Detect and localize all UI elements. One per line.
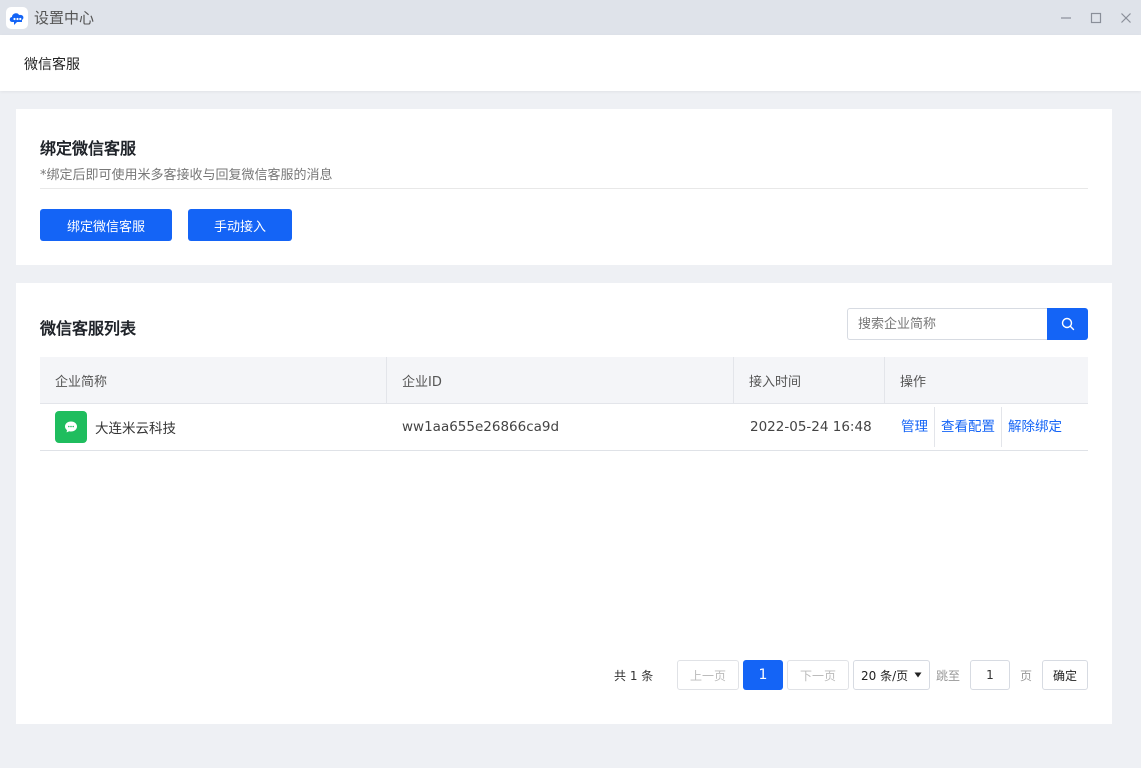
service-list-section: 微信客服列表 企业简称 企业ID 接入时间 操作 — [16, 283, 1112, 724]
corp-name: 大连米云科技 — [95, 421, 176, 437]
window-controls — [1051, 0, 1141, 35]
page-size-select[interactable]: 20 条/页 — [853, 660, 930, 690]
connect-time: 2022-05-24 16:48 — [750, 419, 872, 435]
jump-label: 跳至 — [936, 668, 961, 683]
actions-cell: 管理 查看配置 解除绑定 — [885, 404, 1088, 450]
app-logo-icon — [6, 6, 28, 29]
caret-down-icon — [914, 672, 922, 678]
bind-section-title: 绑定微信客服 — [40, 139, 137, 158]
search-button[interactable] — [1047, 308, 1088, 340]
search-input[interactable] — [847, 308, 1047, 340]
column-header: 企业ID — [387, 357, 734, 404]
divider — [40, 188, 1088, 189]
table-row: 大连米云科技 ww1aa655e26866ca9d 2022-05-24 16:… — [40, 404, 1088, 451]
corp-id: ww1aa655e26866ca9d — [402, 419, 560, 435]
window-title: 设置中心 — [34, 9, 95, 27]
view-config-link[interactable]: 查看配置 — [935, 407, 1002, 447]
tab-wechat-service[interactable]: 微信客服 — [24, 54, 80, 74]
close-icon[interactable] — [1111, 0, 1141, 35]
maximize-icon[interactable] — [1081, 0, 1111, 35]
manage-link[interactable]: 管理 — [896, 407, 935, 447]
column-header: 企业简称 — [40, 357, 387, 404]
total-count: 共 1 条 — [614, 668, 654, 683]
table-header: 企业简称 企业ID 接入时间 操作 — [40, 357, 1088, 404]
minimize-icon[interactable] — [1051, 0, 1081, 35]
column-header: 接入时间 — [734, 357, 885, 404]
search-icon — [1061, 317, 1074, 331]
bind-description: *绑定后即可使用米多客接收与回复微信客服的消息 — [40, 168, 333, 183]
unbind-link[interactable]: 解除绑定 — [1002, 407, 1068, 447]
column-header: 操作 — [900, 375, 927, 390]
search-box — [847, 308, 1088, 340]
bind-section: 绑定微信客服 *绑定后即可使用米多客接收与回复微信客服的消息 绑定微信客服 手动… — [16, 109, 1112, 265]
page-size-value: 20 条/页 — [861, 668, 909, 683]
jump-page-input[interactable]: 1 — [970, 660, 1010, 690]
current-page-button[interactable]: 1 — [743, 660, 783, 690]
service-table: 企业简称 企业ID 接入时间 操作 大连米云科技 ww1aa655e26866c… — [40, 357, 1088, 451]
pagination: 共 1 条 上一页 1 下一页 20 条/页 跳至 1 页 确定 — [16, 660, 1112, 690]
title-bar: 设置中心 — [0, 0, 1141, 35]
manual-connect-button[interactable]: 手动接入 — [188, 209, 292, 241]
next-page-button[interactable]: 下一页 — [787, 660, 849, 690]
confirm-jump-button[interactable]: 确定 — [1042, 660, 1088, 690]
prev-page-button[interactable]: 上一页 — [677, 660, 739, 690]
bind-wechat-button[interactable]: 绑定微信客服 — [40, 209, 172, 241]
corp-name-cell: 大连米云科技 — [40, 404, 387, 450]
page-label: 页 — [1020, 668, 1033, 683]
header-bar: 微信客服 — [0, 35, 1141, 91]
chat-bubble-icon — [55, 411, 87, 443]
list-section-title: 微信客服列表 — [40, 319, 137, 338]
